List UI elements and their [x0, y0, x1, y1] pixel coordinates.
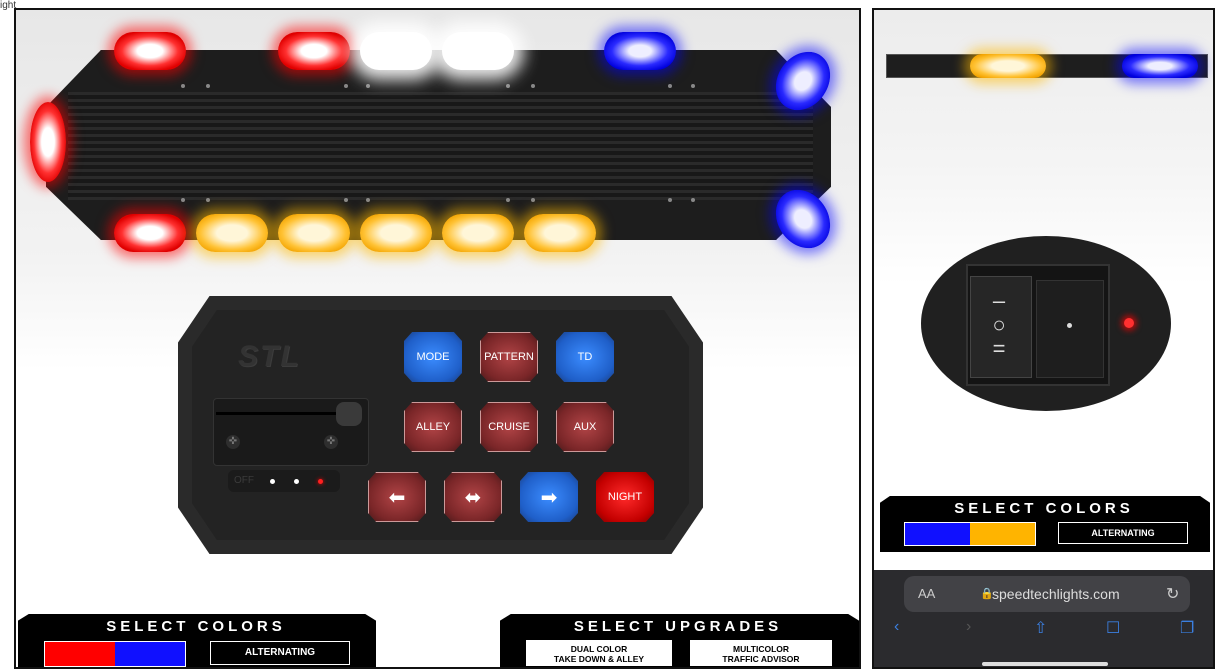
- lamp-bottom-2: [196, 214, 268, 252]
- mini-lamp-amber: [970, 54, 1046, 78]
- url-text[interactable]: speedtechlights.com: [992, 586, 1120, 602]
- dot-icon: [1067, 323, 1072, 328]
- reader-mode-button[interactable]: AA: [918, 586, 935, 601]
- lamp-top-1: [114, 32, 186, 70]
- swatch-blue: [905, 523, 970, 545]
- screw-icon: ✜: [226, 435, 240, 449]
- swatch-blue: [115, 642, 185, 666]
- swatch-red: [45, 642, 115, 666]
- lamp-top-3: [360, 32, 432, 70]
- lamp-left-end: [30, 102, 66, 182]
- rocker-switch-on-off[interactable]: – ○ =: [970, 276, 1032, 378]
- multicolor-line2: TRAFFIC ADVISOR: [722, 654, 800, 664]
- reload-icon[interactable]: ↻: [1166, 584, 1179, 604]
- home-indicator: [982, 662, 1108, 666]
- rocker-switch-secondary[interactable]: [1036, 280, 1104, 378]
- swatch-amber: [970, 523, 1035, 545]
- mini-lamp-blue: [1122, 54, 1198, 78]
- right-arrow-button[interactable]: ➡: [520, 472, 578, 522]
- multicolor-option[interactable]: MULTICOLOR TRAFFIC ADVISOR: [690, 640, 832, 666]
- pattern-button[interactable]: PATTERN: [480, 332, 538, 382]
- alternating-option[interactable]: ALTERNATING: [210, 641, 350, 665]
- slider-track: [216, 412, 356, 415]
- dual-color-line1: DUAL COLOR: [570, 644, 628, 654]
- alley-button[interactable]: ALLEY: [404, 402, 462, 452]
- off-label: OFF: [234, 475, 254, 486]
- mobile-select-colors-title: SELECT COLORS: [954, 500, 1134, 517]
- mobile-preview-panel: – ○ = SELECT COLORS ALTERNATING AA 🔒 speed…: [872, 8, 1215, 669]
- lamp-bottom-5: [442, 214, 514, 252]
- select-upgrades-title: SELECT UPGRADES: [573, 618, 783, 635]
- status-led-2: [294, 479, 299, 484]
- back-icon[interactable]: ‹: [894, 618, 899, 636]
- screw-icon: ✜: [324, 435, 338, 449]
- indicator-led: [1124, 318, 1134, 328]
- lamp-bottom-6: [524, 214, 596, 252]
- tabs-icon[interactable]: ❐: [1180, 618, 1194, 638]
- bookmarks-icon[interactable]: ☐: [1106, 618, 1120, 638]
- lamp-bottom-4: [360, 214, 432, 252]
- td-button[interactable]: TD: [556, 332, 614, 382]
- mobile-alternating-option[interactable]: ALTERNATING: [1058, 522, 1188, 544]
- power-symbol-icon: – ○ =: [992, 288, 1006, 361]
- mode-button[interactable]: MODE: [404, 332, 462, 382]
- color-swatch-selector[interactable]: [44, 641, 186, 667]
- select-colors-title: SELECT COLORS: [106, 618, 286, 635]
- slider-handle[interactable]: [336, 402, 362, 426]
- forward-icon[interactable]: ›: [966, 618, 971, 636]
- lamp-bottom-3: [278, 214, 350, 252]
- lamp-top-2: [278, 32, 350, 70]
- dual-color-line2: TAKE DOWN & ALLEY: [553, 654, 645, 664]
- stl-logo: STL: [238, 340, 301, 373]
- multicolor-line1: MULTICOLOR: [732, 644, 790, 654]
- both-arrow-button[interactable]: ⬌: [444, 472, 502, 522]
- mobile-color-swatch-selector[interactable]: [904, 522, 1036, 546]
- status-led-1: [270, 479, 275, 484]
- lightbar-configurator-panel: STL ✜ ✜ OFF MODE PATTERN TD ALLEY CRUISE…: [14, 8, 861, 669]
- share-icon[interactable]: ⇧: [1034, 618, 1047, 638]
- aux-button[interactable]: AUX: [556, 402, 614, 452]
- lightbar-lens: [68, 92, 813, 200]
- lamp-bottom-1: [114, 214, 186, 252]
- cruise-button[interactable]: CRUISE: [480, 402, 538, 452]
- dual-color-option[interactable]: DUAL COLOR TAKE DOWN & ALLEY: [526, 640, 672, 666]
- left-arrow-button[interactable]: ⬅: [368, 472, 426, 522]
- lamp-top-5: [604, 32, 676, 70]
- status-led-3: [318, 479, 323, 484]
- lamp-top-4: [442, 32, 514, 70]
- night-button[interactable]: NIGHT: [596, 472, 654, 522]
